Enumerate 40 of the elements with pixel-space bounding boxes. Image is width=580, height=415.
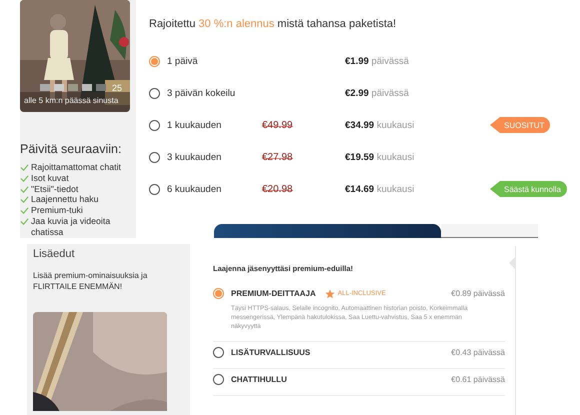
plan-price: €14.69 kuukausi: [345, 184, 416, 194]
plan-label: 3 päivän kokeilu: [167, 88, 236, 98]
radio-button[interactable]: [149, 88, 160, 98]
tab[interactable]: [441, 224, 538, 238]
plan-label: 6 kuukauden: [167, 184, 222, 194]
plan-price: €19.59 kuukausi: [345, 152, 416, 162]
benefit-text: Jaa kuvia ja videoita chatissa: [31, 216, 112, 238]
benefit-text: Isot kuvat: [31, 172, 69, 184]
radio-button[interactable]: [149, 56, 160, 66]
addon-price: €0.89 päivässä: [451, 289, 505, 298]
radio-button[interactable]: [149, 184, 160, 194]
benefit-text: Laajennettu haku: [31, 194, 99, 206]
radio-button[interactable]: [213, 288, 224, 299]
radio-button[interactable]: [149, 120, 160, 130]
addon-name: PREMIUM-DEITTAAJA: [231, 289, 316, 298]
plan-price: €1.99 päivässä: [345, 56, 410, 66]
extras-text: Lisää premium-ominaisuuksia ja FLIRTTAILE ENEMMÄN!: [33, 270, 148, 292]
plan-badge: Säästä kunnolla: [490, 181, 567, 197]
radio-button[interactable]: [213, 374, 224, 385]
extras-title: Lisäedut: [33, 248, 76, 260]
plan-label: 1 päivä: [167, 56, 199, 66]
plan-price: €34.99 kuukausi: [345, 120, 416, 130]
star-icon: [324, 288, 335, 298]
radio-button[interactable]: [213, 347, 224, 358]
benefit-text: "Etsii"-tiedot: [31, 184, 78, 194]
benefits-title: Päivitä seuraaviin:: [20, 142, 122, 156]
plan-label: 3 kuukauden: [167, 152, 222, 162]
plan-price: €2.99 päivässä: [345, 88, 410, 98]
radio-button[interactable]: [149, 152, 160, 162]
benefit-text: Rajoittamattomat chatit: [31, 162, 121, 173]
addon-price: €0.43 päivässä: [451, 348, 505, 357]
addon-price: €0.61 päivässä: [451, 375, 505, 384]
benefit-text: Premium-tuki: [31, 205, 83, 216]
age-label: 25: [112, 83, 122, 93]
addon-name: CHATTIHULLU: [231, 375, 287, 384]
addon-name: LISÄTURVALLISUUS: [231, 348, 310, 357]
distance-label: alle 5 km:n päässä sinusta: [24, 96, 118, 105]
plan-badge: SUOSITUT: [490, 117, 550, 133]
plan-label: 1 kuukauden: [167, 120, 222, 130]
offer-text: Rajoitettu 30 %:n alennus mistä tahansa paketista!: [149, 18, 398, 30]
